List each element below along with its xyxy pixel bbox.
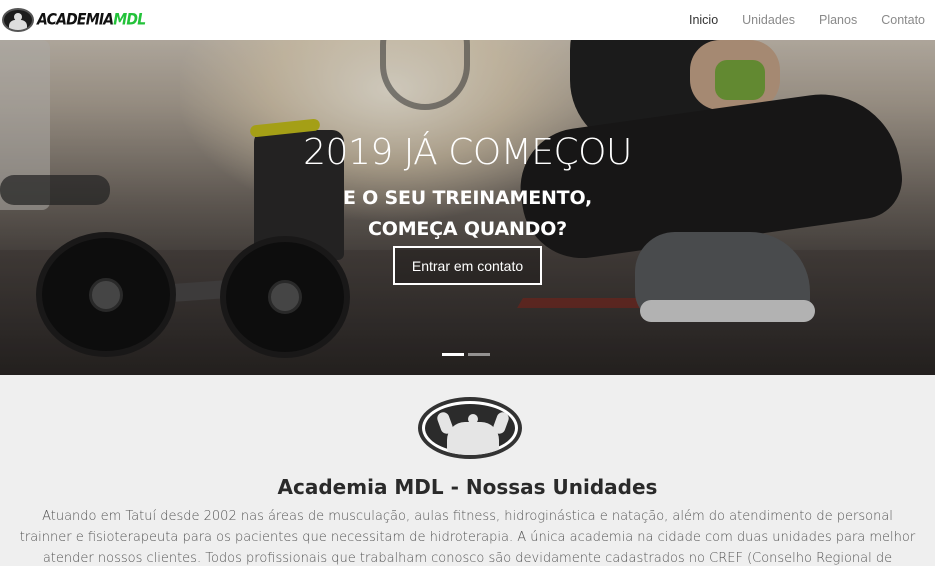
bodybuilder-icon [2, 8, 34, 32]
contact-button[interactable]: Entrar em contato [393, 246, 542, 285]
hero-carousel: 2019 JÁ COMEÇOU E O SEU TREINAMENTO, COM… [0, 0, 935, 375]
main-nav: Inicio Unidades Planos Contato [689, 11, 925, 29]
hero-subtitle-line2: COMEÇA QUANDO? [368, 218, 567, 240]
carousel-indicator-2[interactable] [468, 353, 490, 356]
nav-item-unidades[interactable]: Unidades [742, 13, 795, 27]
carousel-indicators [442, 353, 490, 356]
section-description: Atuando em Tatuí desde 2002 nas áreas de… [19, 509, 916, 566]
carousel-indicator-1[interactable] [442, 353, 464, 356]
nav-item-inicio[interactable]: Inicio [689, 13, 718, 27]
hero-title: 2019 JÁ COMEÇOU [303, 132, 632, 173]
hero-subtitle-line1: E O SEU TREINAMENTO, [342, 187, 592, 209]
nav-item-planos[interactable]: Planos [819, 13, 857, 27]
units-section: Academia MDL - Nossas Unidades Atuando e… [0, 375, 935, 566]
section-title: Academia MDL - Nossas Unidades [277, 475, 658, 499]
bodybuilder-emblem-icon [418, 397, 522, 459]
brand-logo[interactable]: ACADEMIAMDL [2, 0, 146, 40]
brand-name: ACADEMIAMDL [37, 10, 146, 30]
navbar: ACADEMIAMDL Inicio Unidades Planos Conta… [0, 0, 935, 40]
nav-item-contato[interactable]: Contato [881, 13, 925, 27]
